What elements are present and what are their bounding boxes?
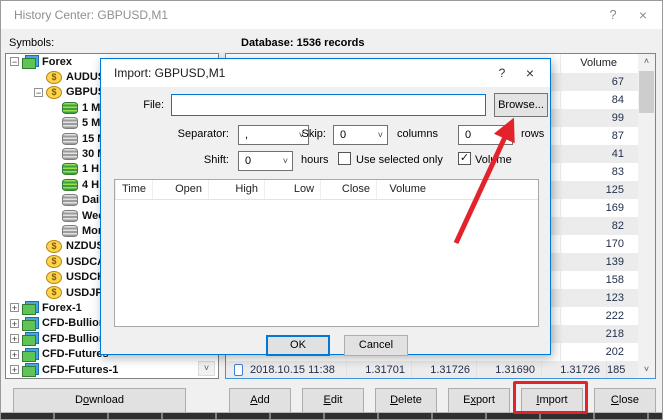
help-button[interactable]: ? xyxy=(602,5,624,25)
shift-select[interactable]: 0˅ xyxy=(238,151,293,171)
tree-item-icon xyxy=(22,317,38,330)
window-titlebar: History Center: GBPUSD,M1 ? × xyxy=(1,1,662,29)
close-window-icon[interactable]: × xyxy=(632,5,654,25)
ok-button[interactable]: OK xyxy=(266,335,330,356)
rows-label: rows xyxy=(521,128,544,140)
column-header: Open xyxy=(152,180,208,199)
dialog-titlebar: Import: GBPUSD,M1 ? × xyxy=(101,59,550,87)
scrollbar-thumb[interactable] xyxy=(639,71,654,113)
tree-expander-icon[interactable]: + xyxy=(10,319,19,328)
volume-checkbox[interactable]: ✓ xyxy=(458,152,471,165)
tree-item-icon xyxy=(22,363,38,376)
cancel-button[interactable]: Cancel xyxy=(344,335,408,356)
file-input[interactable] xyxy=(171,94,486,116)
tree-item[interactable]: + CFD-Futures-1 xyxy=(6,362,218,377)
check-icon: ✓ xyxy=(460,152,469,164)
tree-item-icon xyxy=(22,332,38,345)
tree-expander-icon[interactable]: − xyxy=(34,88,43,97)
chevron-down-icon: ˅ xyxy=(503,127,508,143)
export-button[interactable]: Export xyxy=(448,388,510,413)
tree-scroll-down-icon[interactable]: ˅ xyxy=(198,361,215,376)
separator-label: Separator: xyxy=(149,128,229,140)
dialog-title: Import: GBPUSD,M1 xyxy=(114,66,225,80)
tree-item-label: Forex-1 xyxy=(42,302,82,314)
tree-item-icon xyxy=(62,163,78,175)
shift-label: Shift: xyxy=(181,154,229,166)
tree-item-icon: $ xyxy=(46,255,62,268)
import-table-header: TimeOpenHighLowCloseVolume xyxy=(115,180,538,200)
tree-item-label: 4 H xyxy=(82,179,99,191)
tree-item-icon xyxy=(62,210,78,222)
tree-item-icon xyxy=(62,194,78,206)
table-row-visible[interactable]: 2018.10.15 11:38 1.31701 1.31726 1.31690… xyxy=(226,361,655,379)
tree-item-icon xyxy=(62,102,78,114)
tree-item-icon xyxy=(22,301,38,314)
tree-item-icon xyxy=(22,55,38,68)
skip-columns-select[interactable]: 0˅ xyxy=(333,125,388,145)
tree-item-label: Forex xyxy=(42,56,72,68)
symbols-label: Symbols: xyxy=(9,37,54,49)
close-cell: 1.31726 xyxy=(541,361,606,379)
dialog-close-icon[interactable]: × xyxy=(520,63,540,83)
tree-item-icon: $ xyxy=(46,271,62,284)
tree-item-label: 1 M xyxy=(82,102,100,114)
tree-expander-icon[interactable]: + xyxy=(10,303,19,312)
skip-rows-select[interactable]: 0˅ xyxy=(458,125,513,145)
time-cell: 2018.10.15 11:38 xyxy=(250,361,346,379)
skip-label: Skip: xyxy=(281,128,326,140)
chevron-down-icon: ˅ xyxy=(378,127,383,143)
column-header: Time xyxy=(115,180,152,199)
scroll-down-icon[interactable]: ˅ xyxy=(638,362,655,378)
browse-button[interactable]: Browse... xyxy=(494,93,548,117)
tree-item-icon: $ xyxy=(46,240,62,253)
database-records-label: Database: 1536 records xyxy=(241,37,365,49)
chevron-down-icon: ˅ xyxy=(283,153,288,169)
scroll-up-icon[interactable]: ˄ xyxy=(638,54,655,70)
tree-item-icon xyxy=(62,225,78,237)
tree-item-label: CFD-Bullion xyxy=(42,317,106,329)
tree-item-icon xyxy=(62,133,78,145)
bar-checkbox-icon[interactable] xyxy=(226,361,250,379)
use-selected-only-checkbox[interactable] xyxy=(338,152,351,165)
tree-expander-icon[interactable]: + xyxy=(10,350,19,359)
tree-expander-icon[interactable]: + xyxy=(10,365,19,374)
column-header: High xyxy=(208,180,264,199)
tree-item-icon xyxy=(22,348,38,361)
close-button[interactable]: Close xyxy=(594,388,656,413)
tree-item-label: 1 H xyxy=(82,163,99,175)
volume-checkbox-label: Volume xyxy=(475,154,512,166)
hours-label: hours xyxy=(301,154,329,166)
column-header: Low xyxy=(264,180,320,199)
column-header: Close xyxy=(320,180,376,199)
low-cell: 1.31690 xyxy=(476,361,541,379)
tree-item-label: CFD-Futures-1 xyxy=(42,364,118,376)
tree-item-icon: $ xyxy=(46,86,62,99)
tree-item-icon xyxy=(62,179,78,191)
columns-label: columns xyxy=(397,128,438,140)
import-dialog: Import: GBPUSD,M1 ? × File: Browse... Se… xyxy=(100,58,551,355)
tree-expander-icon[interactable]: + xyxy=(10,334,19,343)
file-label: File: xyxy=(131,99,164,111)
import-preview-table: TimeOpenHighLowCloseVolume xyxy=(114,179,539,327)
download-button[interactable]: Download xyxy=(13,388,186,413)
tree-item-icon xyxy=(62,117,78,129)
use-selected-only-label: Use selected only xyxy=(356,154,443,166)
delete-button[interactable]: Delete xyxy=(375,388,437,413)
tree-item-icon xyxy=(62,148,78,160)
open-cell: 1.31701 xyxy=(346,361,411,379)
dialog-help-button[interactable]: ? xyxy=(492,63,512,83)
column-header: Volume xyxy=(376,180,432,199)
tree-item-label: CFD-Futures xyxy=(42,348,109,360)
annotation-import-highlight xyxy=(513,381,588,414)
tree-expander-icon[interactable]: − xyxy=(10,57,19,66)
tree-item-icon: $ xyxy=(46,71,62,84)
volume-column-header: Volume xyxy=(580,54,617,73)
tree-item-label: 5 M xyxy=(82,117,100,129)
edit-button[interactable]: Edit xyxy=(302,388,364,413)
table-scrollbar[interactable]: ˄ ˅ xyxy=(638,54,655,378)
add-button[interactable]: Add xyxy=(229,388,291,413)
window-title: History Center: GBPUSD,M1 xyxy=(14,8,168,22)
high-cell: 1.31726 xyxy=(411,361,476,379)
tree-item-icon: $ xyxy=(46,286,62,299)
